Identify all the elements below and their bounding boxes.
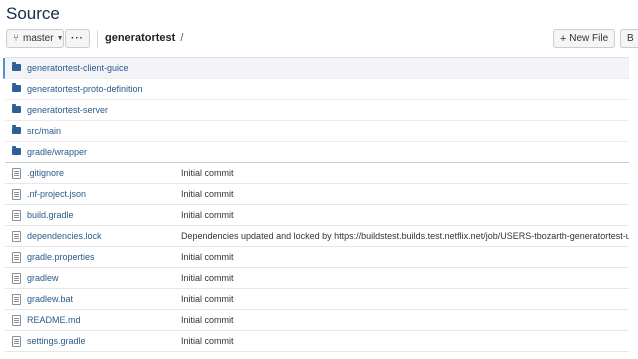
commit-message: Initial commit	[181, 273, 234, 283]
file-row[interactable]: gradlew Initial commit	[5, 268, 629, 289]
file-link[interactable]: .gitignore	[27, 168, 64, 178]
file-row[interactable]: settings.gradle Initial commit	[5, 331, 629, 352]
folder-icon	[12, 146, 21, 155]
file-icon	[12, 189, 21, 200]
folder-row[interactable]: generatortest-server	[5, 100, 629, 121]
file-list: generatortest-client-guice generatortest-…	[3, 57, 629, 352]
folder-link[interactable]: generatortest-client-guice	[27, 63, 129, 73]
file-icon	[12, 315, 21, 326]
file-link[interactable]: gradlew.bat	[27, 294, 73, 304]
file-row[interactable]: README.md Initial commit	[5, 310, 629, 331]
folder-row[interactable]: gradle/wrapper	[5, 142, 629, 163]
file-link[interactable]: README.md	[27, 315, 81, 325]
file-icon	[12, 252, 21, 263]
file-icon	[12, 210, 21, 221]
file-icon	[12, 231, 21, 242]
file-icon	[12, 168, 21, 179]
branch-icon: ⑂	[13, 33, 19, 44]
commit-message: Initial commit	[181, 294, 234, 304]
chevron-down-icon: ▼	[56, 35, 64, 42]
commit-message: Initial commit	[181, 168, 234, 178]
commit-message: Initial commit	[181, 315, 234, 325]
branch-label: master	[23, 33, 54, 44]
file-link[interactable]: settings.gradle	[27, 336, 86, 346]
branch-selector-button[interactable]: ⑂ master ▼	[6, 29, 64, 48]
breadcrumb-repo[interactable]: generatortest	[105, 32, 175, 44]
folder-link[interactable]: gradle/wrapper	[27, 147, 87, 157]
file-row[interactable]: gradlew.bat Initial commit	[5, 289, 629, 310]
folder-link[interactable]: generatortest-server	[27, 105, 108, 115]
toolbar: ⑂ master ▼ ··· generatortest / + New Fil…	[6, 29, 638, 49]
folder-link[interactable]: src/main	[27, 126, 61, 136]
file-link[interactable]: gradlew	[27, 273, 59, 283]
file-row[interactable]: dependencies.lock Dependencies updated an…	[5, 226, 629, 247]
breadcrumb-separator: /	[180, 32, 184, 44]
file-link[interactable]: dependencies.lock	[27, 231, 102, 241]
folder-row[interactable]: generatortest-proto-definition	[5, 79, 629, 100]
folder-row[interactable]: generatortest-client-guice	[3, 58, 629, 79]
file-link[interactable]: gradle.properties	[27, 252, 95, 262]
folder-icon	[12, 125, 21, 134]
breadcrumb: generatortest /	[105, 32, 183, 44]
commit-message: Dependencies updated and locked by https…	[181, 231, 629, 241]
file-icon	[12, 294, 21, 305]
divider	[97, 30, 98, 48]
file-row[interactable]: gradle.properties Initial commit	[5, 247, 629, 268]
folder-link[interactable]: generatortest-proto-definition	[27, 84, 143, 94]
commit-message: Initial commit	[181, 252, 234, 262]
folder-icon	[12, 104, 21, 113]
truncated-button[interactable]: B	[620, 29, 638, 48]
page-title: Source	[6, 4, 60, 23]
file-row[interactable]: .gitignore Initial commit	[5, 163, 629, 184]
folder-icon	[12, 83, 21, 92]
file-link[interactable]: build.gradle	[27, 210, 74, 220]
folder-row[interactable]: src/main	[5, 121, 629, 142]
plus-icon: +	[559, 32, 567, 45]
new-file-label: New File	[569, 33, 609, 44]
commit-message: Initial commit	[181, 189, 234, 199]
more-actions-button[interactable]: ···	[65, 29, 90, 48]
commit-message: Initial commit	[181, 210, 234, 220]
file-icon	[12, 273, 21, 284]
file-link[interactable]: .nf-project.json	[27, 189, 86, 199]
file-icon	[12, 336, 21, 347]
file-row[interactable]: build.gradle Initial commit	[5, 205, 629, 226]
file-row[interactable]: .nf-project.json Initial commit	[5, 184, 629, 205]
new-file-button[interactable]: + New File	[553, 29, 615, 48]
folder-icon	[12, 62, 21, 71]
commit-message: Initial commit	[181, 336, 234, 346]
